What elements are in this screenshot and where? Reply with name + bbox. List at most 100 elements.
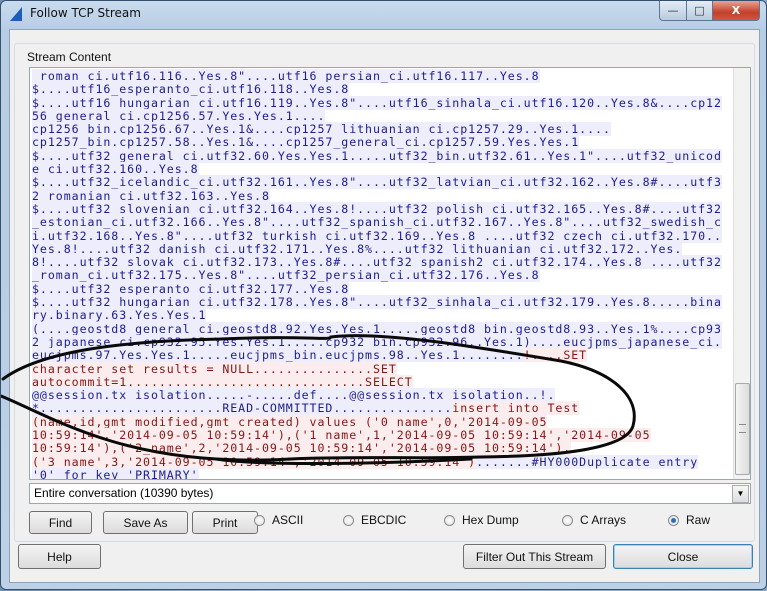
dialog-body: Stream Content _roman_ci.utf16.116..Yes.… — [9, 29, 760, 583]
format-radio-ebcdic[interactable]: EBCDIC — [343, 513, 406, 527]
radio-indicator[interactable] — [444, 514, 455, 526]
stream-text: _roman_ci.utf16.116..Yes.8"....utf16_per… — [32, 69, 732, 480]
save-as-button[interactable]: Save As — [103, 511, 188, 534]
stream-line: _estonian_ci.utf32.166..Yes.8"....utf32_… — [32, 215, 732, 230]
grip-icon — [739, 424, 746, 433]
stream-line: *.......................READ-COMMITTED..… — [32, 401, 732, 416]
vertical-scrollbar[interactable] — [733, 68, 750, 479]
title-bar[interactable]: Follow TCP Stream — □ X — [1, 1, 766, 27]
scrollbar-thumb[interactable] — [735, 383, 750, 475]
client-data-segment: !....SET — [523, 348, 588, 363]
stream-line: $....utf32_general_ci.utf32.60.Yes.Yes.1… — [32, 148, 732, 163]
client-data-segment: insert into Test — [452, 401, 580, 416]
server-data-segment: _roman_ci.utf16.116..Yes.8"....utf16_per… — [32, 69, 540, 83]
server-data-segment: 2_japanese_ci.cp932.95.Yes.Yes.1.....cp9… — [32, 334, 722, 349]
follow-tcp-stream-window: Follow TCP Stream — □ X Stream Content _… — [0, 0, 767, 590]
close-label: Close — [667, 550, 699, 564]
server-data-segment: i.utf32.168..Yes.8"....utf32_turkish_ci.… — [32, 228, 722, 243]
server-data-segment: cp1257_bin.cp1257.58..Yes.1&....cp1257_g… — [32, 135, 580, 150]
stream-line: eucjpms.97.Yes.Yes.1.....eucjpms_bin.euc… — [32, 348, 732, 363]
format-radio-raw[interactable]: Raw — [668, 513, 710, 527]
radio-indicator[interactable] — [562, 514, 573, 526]
server-data-segment: $....utf16_esperanto_ci.utf16.118..Yes.8 — [32, 82, 350, 97]
conversation-select[interactable]: Entire conversation (10390 bytes) ▼ — [29, 483, 751, 504]
server-data-segment: *.......................READ-COMMITTED..… — [32, 401, 453, 416]
stream-line: _roman_ci.utf16.116..Yes.8"....utf16_per… — [32, 69, 732, 83]
radio-indicator[interactable] — [668, 514, 679, 526]
stream-line: 10:59:14'),('2_name',2,'2014-09-05 10:59… — [32, 441, 732, 456]
stream-text-area[interactable]: _roman_ci.utf16.116..Yes.8"....utf16_per… — [29, 67, 751, 480]
server-data-segment: $....utf32_hungarian_ci.utf32.178..Yes.8… — [32, 295, 722, 310]
stream-line: ('3_name',3,'2014-09-05 10:59:14','2014-… — [32, 454, 732, 469]
stream-line: (....geostd8_general_ci.geostd8.92.Yes.Y… — [32, 321, 732, 336]
stream-line: cp1257_bin.cp1257.58..Yes.1&....cp1257_g… — [32, 135, 732, 150]
stream-line: @@session.tx_isolation.....-.....def....… — [32, 388, 732, 403]
server-data-segment: _estonian_ci.utf32.166..Yes.8"....utf32_… — [32, 215, 722, 230]
client-data-segment: 10:59:14'),('2_name',2,'2014-09-05 10:59… — [32, 441, 572, 456]
server-data-segment: $....utf32_esperanto_ci.utf32.177..Yes.8 — [32, 281, 350, 296]
minimize-icon: — — [667, 4, 679, 17]
stream-line: i.utf32.168..Yes.8"....utf32_turkish_ci.… — [32, 228, 732, 243]
server-data-segment: 2_romanian_ci.utf32.163..Yes.8 — [32, 188, 270, 203]
stream-line: 2_romanian_ci.utf32.163..Yes.8 — [32, 188, 732, 203]
stream-line: character_set_results = NULL............… — [32, 361, 732, 376]
server-data-segment: e_ci.utf32.160..Yes.8 — [32, 162, 199, 177]
server-data-segment: $....utf16_hungarian_ci.utf16.119..Yes.8… — [32, 95, 722, 110]
server-data-segment: .......#HY000Duplicate entry — [476, 454, 699, 469]
server-data-segment: 8!....utf32_slovak_ci.utf32.173..Yes.8#.… — [32, 255, 722, 270]
stream-line: $....utf32_esperanto_ci.utf32.177..Yes.8 — [32, 281, 732, 296]
stream-line: $....utf32_icelandic_ci.utf32.161..Yes.8… — [32, 175, 732, 190]
help-label: Help — [47, 550, 72, 564]
stream-line: 56_general_ci.cp1256.57.Yes.Yes.1.... — [32, 108, 732, 123]
print-button[interactable]: Print — [192, 511, 258, 534]
close-window-button[interactable]: X — [712, 1, 760, 21]
client-data-segment: ('3_name',3,'2014-09-05 10:59:14','2014-… — [32, 454, 477, 469]
server-data-segment: $....utf32_general_ci.utf32.60.Yes.Yes.1… — [32, 148, 722, 163]
radio-label: Raw — [686, 513, 711, 527]
format-radio-ascii[interactable]: ASCII — [254, 513, 303, 527]
server-data-segment: cp1256_bin.cp1256.67..Yes.1&....cp1257_l… — [32, 122, 611, 137]
stream-line: 10:59:14','2014-09-05 10:59:14'),('1_nam… — [32, 428, 732, 443]
format-radio-c-arrays[interactable]: C Arrays — [562, 513, 626, 527]
conversation-select-value: Entire conversation (10390 bytes) — [34, 486, 214, 500]
stream-line: $....utf16_esperanto_ci.utf16.118..Yes.8 — [32, 82, 732, 97]
stream-line: ry.binary.63.Yes.Yes.1 — [32, 308, 732, 323]
find-button[interactable]: Find — [29, 511, 92, 534]
close-icon: X — [731, 4, 741, 17]
radio-indicator[interactable] — [254, 514, 265, 526]
maximize-button[interactable]: □ — [686, 1, 713, 21]
stream-line: _roman_ci.utf32.175..Yes.8"....utf32_per… — [32, 268, 732, 283]
radio-indicator[interactable] — [343, 514, 354, 526]
wireshark-fin-icon — [10, 7, 22, 21]
server-data-segment: @@session.tx_isolation.....-.....def....… — [32, 388, 556, 403]
radio-label: C Arrays — [580, 513, 627, 527]
close-button[interactable]: Close — [613, 544, 753, 569]
server-data-segment: 56_general_ci.cp1256.57.Yes.Yes.1.... — [32, 108, 326, 123]
filter-out-stream-button[interactable]: Filter Out This Stream — [463, 544, 606, 569]
stream-line: $....utf16_hungarian_ci.utf16.119..Yes.8… — [32, 95, 732, 110]
server-data-segment: ry.binary.63.Yes.Yes.1 — [32, 308, 207, 323]
server-data-segment: $....utf32_slovenian_ci.utf32.164..Yes.8… — [32, 201, 722, 216]
stream-line: (name,id,gmt_modified,gmt_created) value… — [32, 414, 732, 429]
server-data-segment: eucjpms.97.Yes.Yes.1.....eucjpms_bin.euc… — [32, 348, 524, 363]
stream-content-label: Stream Content — [26, 50, 113, 64]
stream-line: '0' for key 'PRIMARY' — [32, 467, 732, 480]
chevron-down-icon[interactable]: ▼ — [732, 485, 749, 503]
format-radio-hex-dump[interactable]: Hex Dump — [444, 513, 519, 527]
client-data-segment: autocommit=1............................… — [32, 374, 413, 389]
client-data-segment: (name,id,gmt_modified,gmt_created) value… — [32, 414, 548, 429]
maximize-icon: □ — [694, 4, 705, 17]
server-data-segment: (....geostd8_general_ci.geostd8.92.Yes.Y… — [32, 321, 722, 336]
stream-line: e_ci.utf32.160..Yes.8 — [32, 162, 732, 177]
help-button[interactable]: Help — [18, 544, 101, 569]
save-as-label: Save As — [123, 516, 168, 530]
stream-line: $....utf32_hungarian_ci.utf32.178..Yes.8… — [32, 295, 732, 310]
client-data-segment: character_set_results = NULL............… — [32, 361, 397, 376]
stream-content-group: Stream Content _roman_ci.utf16.116..Yes.… — [14, 43, 755, 542]
server-data-segment: '0' for key 'PRIMARY' — [32, 467, 199, 480]
radio-label: Hex Dump — [462, 513, 519, 527]
minimize-button[interactable]: — — [659, 1, 687, 21]
window-title: Follow TCP Stream — [30, 6, 141, 20]
stream-line: 8!....utf32_slovak_ci.utf32.173..Yes.8#.… — [32, 255, 732, 270]
stream-line: 2_japanese_ci.cp932.95.Yes.Yes.1.....cp9… — [32, 334, 732, 349]
